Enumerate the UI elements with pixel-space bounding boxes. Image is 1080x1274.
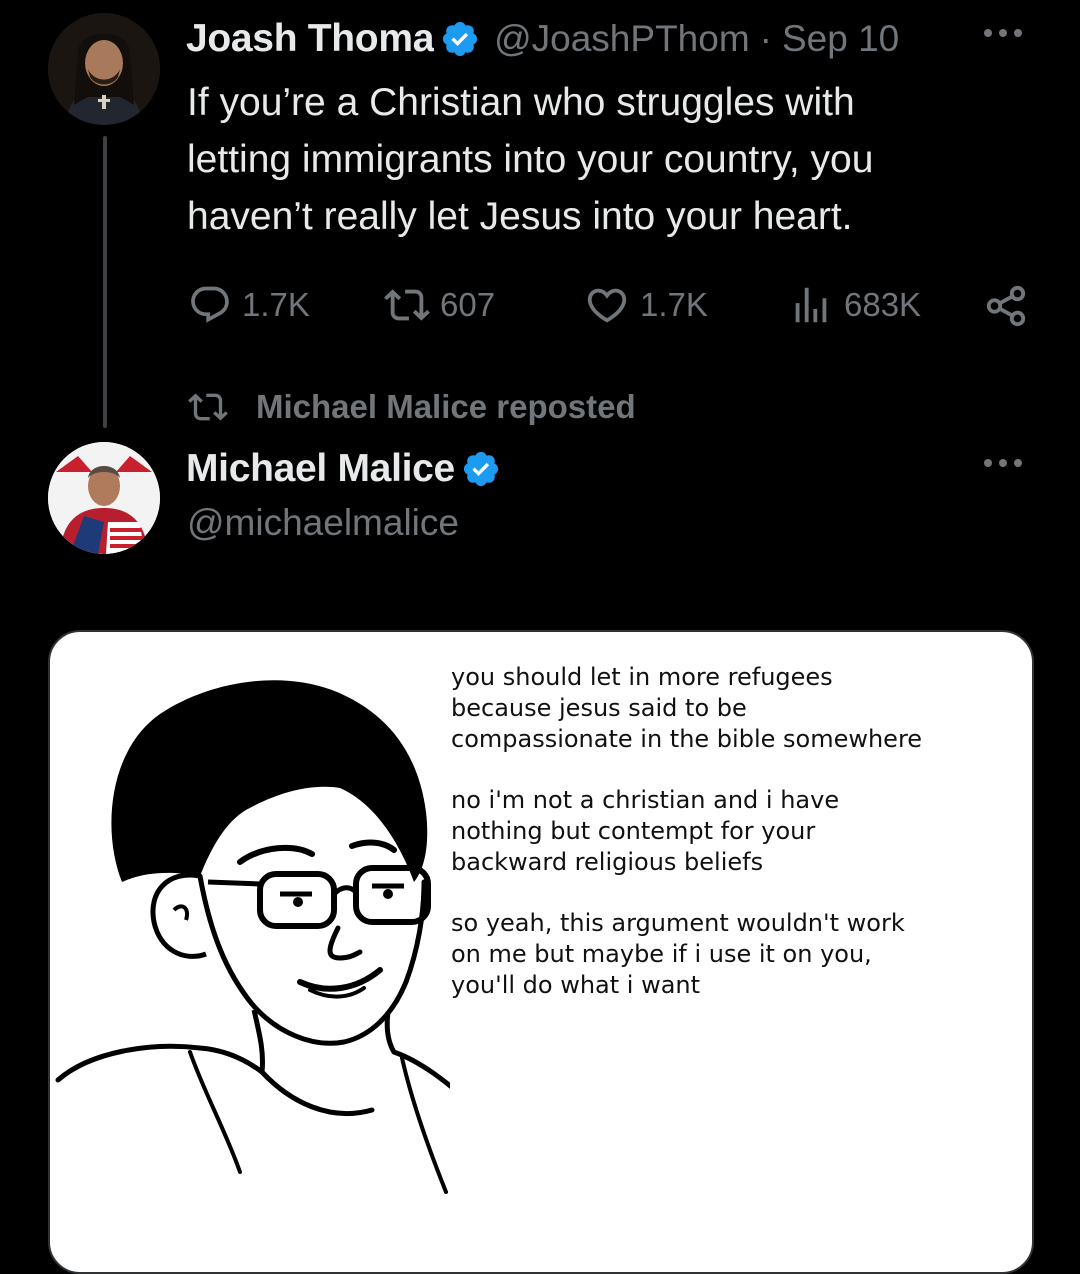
separator-dot: · [759, 18, 772, 59]
verified-badge-icon[interactable] [440, 19, 480, 59]
tweet-date[interactable]: Sep 10 [782, 18, 899, 60]
repost-notice[interactable]: Michael Malice reposted [188, 383, 636, 431]
avatar-michael-malice[interactable] [48, 442, 160, 554]
author-handle[interactable]: @JoashPThom [494, 18, 750, 60]
share-link-icon [986, 285, 1026, 327]
avatar-joash[interactable] [48, 13, 160, 125]
meme-line-2: no i'm not a christian and i have nothin… [451, 786, 840, 876]
repost-count: 607 [440, 286, 496, 323]
more-options-button[interactable] [980, 448, 1026, 487]
view-count: 683K [844, 286, 922, 323]
media-image-card[interactable]: you should let in more refugees because … [48, 630, 1034, 1274]
avatar-portrait-icon [48, 13, 160, 125]
meme-caption: you should let in more refugees because … [451, 662, 991, 1031]
repost-icon [188, 393, 228, 421]
more-horizontal-icon [984, 459, 1022, 467]
repost-button[interactable]: 607 [384, 280, 495, 330]
like-button[interactable]: 1.7K [584, 280, 708, 330]
reply-icon [191, 286, 229, 323]
views-button[interactable]: 683K [788, 280, 921, 330]
share-button[interactable] [983, 281, 1029, 331]
meme-line-1: you should let in more refugees because … [451, 663, 923, 753]
author-name[interactable]: Joash Thoma [186, 17, 434, 61]
more-options-button[interactable] [980, 18, 1026, 57]
smug-glasses-guy-drawing-icon [55, 680, 450, 1194]
like-count: 1.7K [640, 286, 708, 323]
meme-line-3: so yeah, this argument wouldn't work on … [451, 909, 905, 999]
heart-icon [587, 288, 627, 323]
reply-button[interactable]: 1.7K [188, 280, 310, 330]
tweet-header: Michael Malice [186, 444, 515, 494]
tweet-text: If you’re a Christian who struggles with… [187, 81, 874, 238]
repost-notice-text: Michael Malice reposted [256, 388, 636, 425]
tweet-header: Joash Thoma @JoashPThom · Sep 10 [186, 14, 976, 64]
repost-icon [384, 289, 430, 321]
more-horizontal-icon [984, 29, 1022, 37]
author-name[interactable]: Michael Malice [186, 447, 455, 491]
author-handle[interactable]: @michaelmalice [187, 502, 459, 544]
thread-connector-line [103, 136, 107, 428]
reply-count: 1.7K [242, 286, 310, 323]
views-chart-icon [795, 287, 827, 323]
avatar-portrait-icon [48, 442, 160, 554]
verified-badge-icon[interactable] [461, 449, 501, 489]
